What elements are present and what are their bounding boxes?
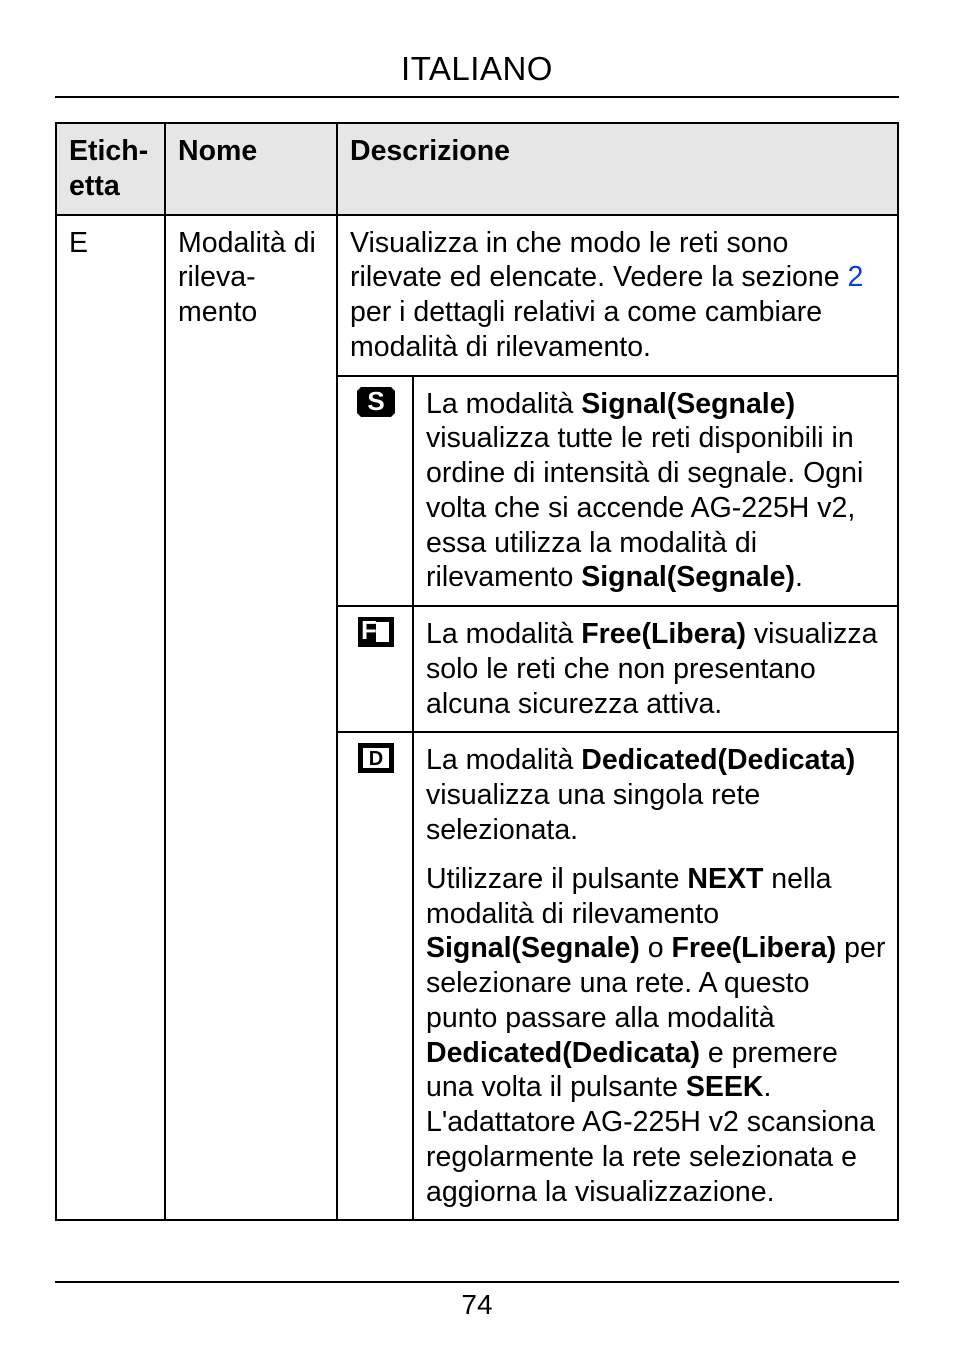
footer-rule	[55, 1281, 899, 1283]
cell-nome: Modalità di rileva-mento	[165, 215, 337, 1221]
section-link[interactable]: 2	[848, 261, 864, 293]
cell-desc-f: La modalità Free(Libera) visualizza solo…	[413, 606, 898, 732]
txt-bold: Free(Libera)	[581, 618, 746, 650]
txt: Utilizzare il pulsante	[426, 863, 687, 895]
header-rule	[55, 96, 899, 98]
dedicated-d-icon: D	[358, 743, 394, 773]
txt: o	[640, 932, 672, 964]
cell-icon-d: D	[337, 732, 413, 1220]
table-row: E Modalità di rileva-mento Visualizza in…	[56, 215, 898, 376]
txt-bold: Signal(Segnale)	[581, 388, 795, 420]
cell-descrizione: Visualizza in che modo le reti sono rile…	[337, 215, 898, 376]
page-title: ITALIANO	[55, 50, 899, 88]
icon-letter: F	[361, 617, 377, 645]
icon-letter: S	[367, 387, 384, 416]
txt-bold: NEXT	[687, 863, 763, 895]
txt-bold: Signal(Segnale)	[426, 932, 640, 964]
signal-s-icon: S	[357, 387, 395, 417]
main-table: Etich­etta Nome Descrizione E Modalità d…	[55, 122, 899, 1221]
txt: La modalità	[426, 618, 581, 650]
th-descrizione: Descrizione	[337, 123, 898, 215]
cell-etichetta: E	[56, 215, 165, 1221]
cell-desc-d: La modalità Dedicated(Dedicata) visualiz…	[413, 732, 898, 1220]
cell-icon-s: S	[337, 376, 413, 607]
txt-bold: Signal(Segnale)	[581, 561, 795, 593]
txt: La modalità	[426, 388, 581, 420]
txt-bold: Dedicated(Dedicata)	[426, 1037, 700, 1069]
th-nome: Nome	[165, 123, 337, 215]
cell-desc-s: La modalità Signal(Segnale) visualizza t…	[413, 376, 898, 607]
page-number: 74	[0, 1289, 954, 1321]
table-header-row: Etich­etta Nome Descrizione	[56, 123, 898, 215]
txt-bold: Dedicated(Dedicata)	[581, 744, 855, 776]
icon-letter: D	[369, 748, 383, 770]
txt: La modalità	[426, 744, 581, 776]
txt-bold: Free(Libera)	[671, 932, 836, 964]
desc-text-pre: Visualizza in che modo le reti sono rile…	[350, 227, 848, 294]
footer: 74	[0, 1281, 954, 1321]
txt-bold: SEEK	[686, 1071, 764, 1103]
th-etichetta: Etich­etta	[56, 123, 165, 215]
free-f-icon: F	[358, 617, 394, 647]
txt: .	[795, 561, 803, 593]
desc-text-post: per i dettagli relativi a come cambiare …	[350, 296, 822, 363]
cell-icon-f: F	[337, 606, 413, 732]
txt: visualizza una singola rete selezionata.	[426, 779, 760, 846]
